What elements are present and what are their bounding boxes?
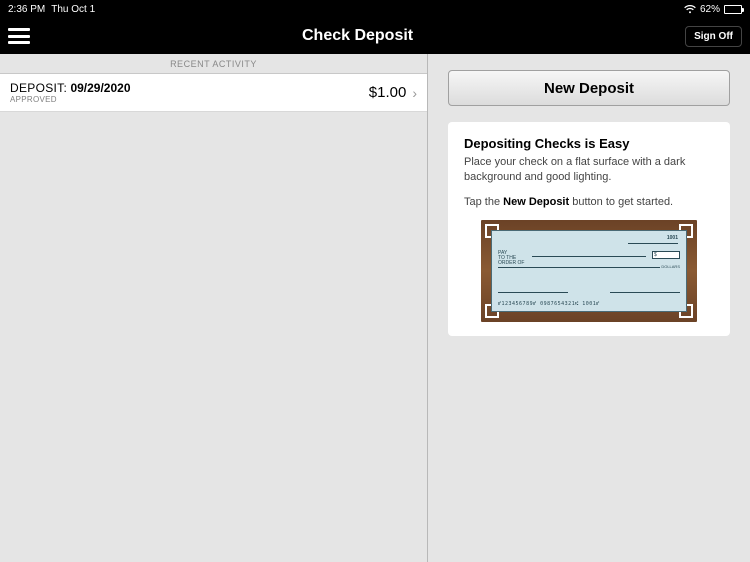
nav-bar: Check Deposit Sign Off — [0, 18, 750, 54]
recent-activity-pane: RECENT ACTIVITY DEPOSIT: 09/29/2020 APPR… — [0, 54, 428, 562]
check-micr: ⑈123456789⑈ 0987654321⑆ 1001⑈ — [498, 301, 680, 307]
chevron-right-icon: › — [412, 85, 417, 101]
instructions-heading: Depositing Checks is Easy — [464, 136, 714, 151]
instructions-card: Depositing Checks is Easy Place your che… — [448, 122, 730, 336]
new-deposit-button[interactable]: New Deposit — [448, 70, 730, 106]
status-time: 2:36 PM — [8, 4, 45, 15]
content-area: RECENT ACTIVITY DEPOSIT: 09/29/2020 APPR… — [0, 54, 750, 562]
status-date: Thu Oct 1 — [51, 4, 95, 15]
check-number: 1001 — [667, 235, 678, 241]
activity-row[interactable]: DEPOSIT: 09/29/2020 APPROVED $1.00 › — [0, 74, 427, 112]
activity-label: DEPOSIT: — [10, 81, 67, 95]
instructions-line2: Tap the New Deposit button to get starte… — [464, 195, 714, 210]
battery-icon — [724, 5, 742, 14]
sign-off-button[interactable]: Sign Off — [685, 26, 742, 47]
check-illustration: 1001 PAY TO THE ORDER OF $ DOLLARS ⑈1234… — [481, 220, 697, 322]
activity-status: APPROVED — [10, 95, 131, 104]
deposit-pane: New Deposit Depositing Checks is Easy Pl… — [428, 54, 750, 562]
activity-date: 09/29/2020 — [70, 81, 130, 95]
recent-activity-header: RECENT ACTIVITY — [0, 54, 427, 74]
check-dollars-label: DOLLARS — [661, 264, 680, 269]
wifi-icon — [684, 5, 696, 14]
check-pay-label: PAY TO THE ORDER OF — [498, 251, 524, 266]
menu-icon[interactable] — [8, 28, 30, 44]
page-title: Check Deposit — [302, 27, 413, 45]
activity-amount: $1.00 — [369, 84, 407, 101]
status-bar: 2:36 PM Thu Oct 1 62% — [0, 0, 750, 18]
instructions-line1: Place your check on a flat surface with … — [464, 155, 714, 185]
status-battery-pct: 62% — [700, 4, 720, 15]
